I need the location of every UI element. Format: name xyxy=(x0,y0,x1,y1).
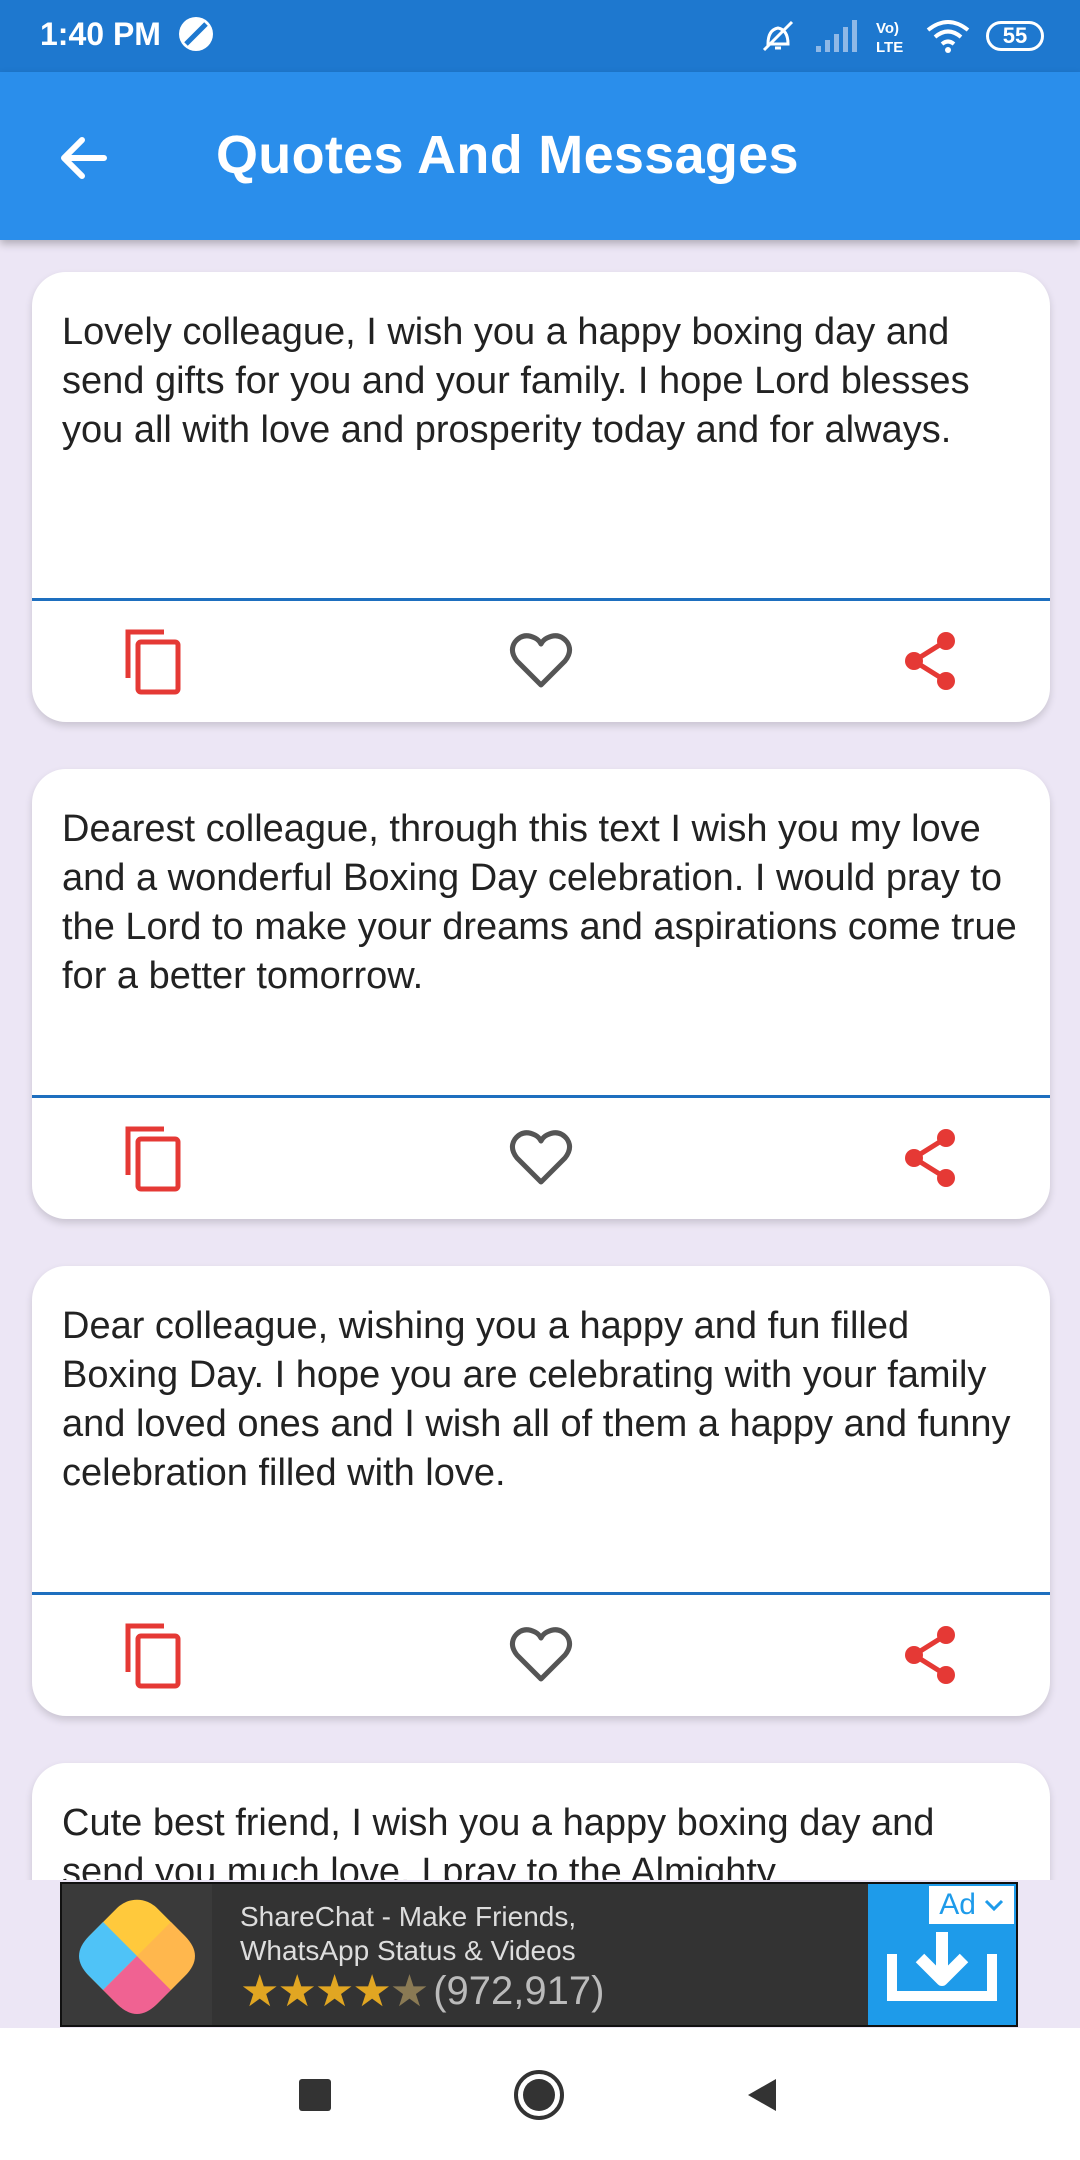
like-button[interactable] xyxy=(501,1615,581,1695)
ad-badge[interactable]: Ad xyxy=(927,1884,1016,1926)
copy-icon xyxy=(125,629,181,695)
status-time: 1:40 PM xyxy=(40,16,161,52)
svg-text:Vo): Vo) xyxy=(876,20,899,37)
app-notification-icon xyxy=(179,17,213,51)
recents-button[interactable] xyxy=(280,2060,350,2130)
heart-icon xyxy=(509,633,573,688)
status-icons: Vo) LTE 55 xyxy=(758,12,1044,60)
wifi-icon xyxy=(926,20,970,53)
heart-icon xyxy=(509,1130,573,1185)
ad-banner[interactable]: ShareChat - Make Friends, WhatsApp Statu… xyxy=(60,1882,1018,2027)
arrow-back-icon xyxy=(61,137,107,179)
message-card: Lovely colleague, I wish you a happy box… xyxy=(32,272,1050,722)
message-list[interactable]: Lovely colleague, I wish you a happy box… xyxy=(0,240,1080,1880)
volte-icon: Vo) LTE xyxy=(876,20,903,56)
card-actions xyxy=(32,1098,1050,1219)
message-card: Dearest colleague, through this text I w… xyxy=(32,769,1050,1219)
ad-rating: ★★★★★ (972,917) xyxy=(240,1966,604,2017)
heart-icon xyxy=(509,1627,573,1682)
share-icon xyxy=(905,1129,955,1187)
message-text: Cute best friend, I wish you a happy box… xyxy=(62,1802,935,1880)
card-actions xyxy=(32,1595,1050,1716)
share-button[interactable] xyxy=(890,621,970,701)
signal-icon xyxy=(816,20,857,52)
share-button[interactable] xyxy=(890,1118,970,1198)
rating-stars: ★★★★★ xyxy=(240,1967,429,2016)
page-title: Quotes And Messages xyxy=(216,125,799,185)
copy-button[interactable] xyxy=(114,1118,194,1198)
system-nav-bar xyxy=(0,2028,1080,2160)
like-button[interactable] xyxy=(501,621,581,701)
chevron-down-icon xyxy=(984,1899,1004,1912)
copy-button[interactable] xyxy=(114,1615,194,1695)
ad-title: ShareChat - Make Friends, WhatsApp Statu… xyxy=(240,1901,577,1966)
back-triangle-icon xyxy=(748,2079,776,2111)
message-text: Dearest colleague, through this text I w… xyxy=(62,808,1017,997)
copy-icon xyxy=(125,1126,181,1192)
message-card: Dear colleague, wishing you a happy and … xyxy=(32,1266,1050,1716)
rating-count: (972,917) xyxy=(433,1969,605,2013)
sharechat-logo-icon xyxy=(62,1884,212,2025)
like-button[interactable] xyxy=(501,1118,581,1198)
message-text: Lovely colleague, I wish you a happy box… xyxy=(62,311,970,451)
system-back-button[interactable] xyxy=(727,2060,797,2130)
copy-icon xyxy=(125,1623,181,1689)
app-bar: Quotes And Messages xyxy=(0,72,1080,240)
copy-button[interactable] xyxy=(114,621,194,701)
home-button[interactable] xyxy=(504,2060,574,2130)
share-icon xyxy=(905,1626,955,1684)
card-actions xyxy=(32,601,1050,722)
message-card: Cute best friend, I wish you a happy box… xyxy=(32,1763,1050,1880)
message-text: Dear colleague, wishing you a happy and … xyxy=(62,1305,1011,1494)
recents-icon xyxy=(299,2079,331,2111)
vibrate-icon xyxy=(762,20,794,52)
back-button[interactable] xyxy=(40,114,128,202)
svg-text:LTE: LTE xyxy=(876,39,903,56)
battery-icon: 55 xyxy=(986,21,1044,51)
status-bar: 1:40 PM Vo) LTE 55 xyxy=(0,0,1080,72)
share-icon xyxy=(905,632,955,690)
share-button[interactable] xyxy=(890,1615,970,1695)
home-icon xyxy=(514,2070,564,2120)
ad-install-button[interactable]: Ad xyxy=(868,1884,1016,2025)
